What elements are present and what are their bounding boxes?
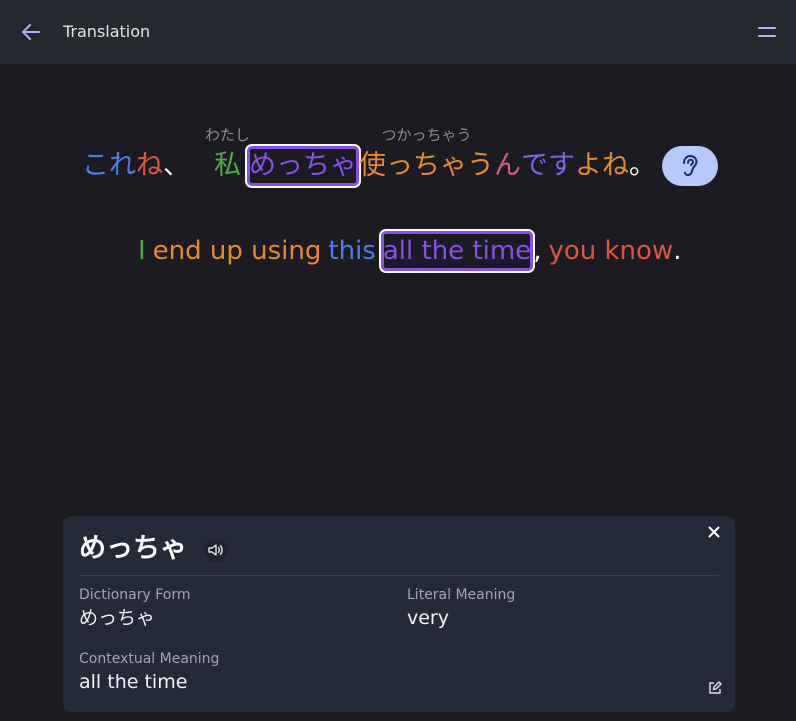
close-icon <box>708 526 720 538</box>
listen-button[interactable] <box>662 146 718 186</box>
speaker-icon <box>208 544 223 556</box>
en-token-period: . <box>673 236 682 266</box>
edit-button[interactable] <box>707 680 723 696</box>
header-bar: Translation <box>0 0 796 64</box>
close-button[interactable] <box>705 523 723 541</box>
en-token-i[interactable]: I <box>138 231 146 271</box>
jp-token-meccha[interactable]: めっちゃ <box>245 144 361 188</box>
furigana-watashi: わたし <box>204 126 251 144</box>
jp-token-watashi[interactable]: わたし 私 <box>205 126 250 186</box>
jp-token-tsukacchau[interactable]: つかっちゃう 使っちゃう <box>359 126 494 186</box>
literal-meaning-value: very <box>407 607 449 629</box>
jp-token-comma: 、 <box>163 150 190 181</box>
en-token-you-know[interactable]: you know <box>548 231 673 271</box>
english-translation: I end up using this all the time , you k… <box>138 229 682 273</box>
en-token-comma: , <box>533 236 542 266</box>
contextual-meaning-value: all the time <box>79 671 188 693</box>
jp-token-ne[interactable]: ね <box>136 146 163 186</box>
jp-token-desu[interactable]: です <box>521 146 575 186</box>
pronounce-button[interactable] <box>204 538 228 562</box>
ear-icon <box>683 154 698 177</box>
japanese-tokens: これ ね 、 わたし 私 めっちゃ つかっちゃう 使っちゃう ん です よね 。 <box>82 126 656 188</box>
en-token-all-the-time[interactable]: all the time <box>378 229 536 273</box>
literal-meaning-label: Literal Meaning <box>407 587 516 603</box>
jp-token-yone[interactable]: よね <box>575 146 629 186</box>
word-detail-card: めっちゃ Dictionary Form めっちゃ Literal Meanin… <box>63 516 735 712</box>
translation-screen: Translation これ ね 、 わたし 私 めっちゃ つかっちゃう 使っち… <box>0 0 796 721</box>
jp-token-kore[interactable]: これ <box>82 146 136 186</box>
en-token-this[interactable]: this <box>328 231 375 271</box>
detail-word: めっちゃ <box>79 533 187 564</box>
en-token-end-up-using[interactable]: end up using <box>153 231 322 271</box>
edit-icon <box>709 681 722 694</box>
card-divider <box>79 575 719 576</box>
dictionary-form-value: めっちゃ <box>79 607 156 629</box>
dictionary-form-label: Dictionary Form <box>79 587 191 603</box>
jp-token-period: 。 <box>629 150 656 181</box>
contextual-meaning-label: Contextual Meaning <box>79 651 220 667</box>
furigana-tsukacchau: つかっちゃう <box>381 126 472 144</box>
menu-icon <box>758 27 776 37</box>
jp-token-n[interactable]: ん <box>494 146 521 186</box>
japanese-sentence: これ ね 、 わたし 私 めっちゃ つかっちゃう 使っちゃう ん です よね 。 <box>0 126 796 198</box>
back-button[interactable] <box>18 20 44 44</box>
page-title: Translation <box>63 22 151 41</box>
menu-button[interactable] <box>756 22 778 42</box>
arrow-left-icon <box>22 24 40 40</box>
